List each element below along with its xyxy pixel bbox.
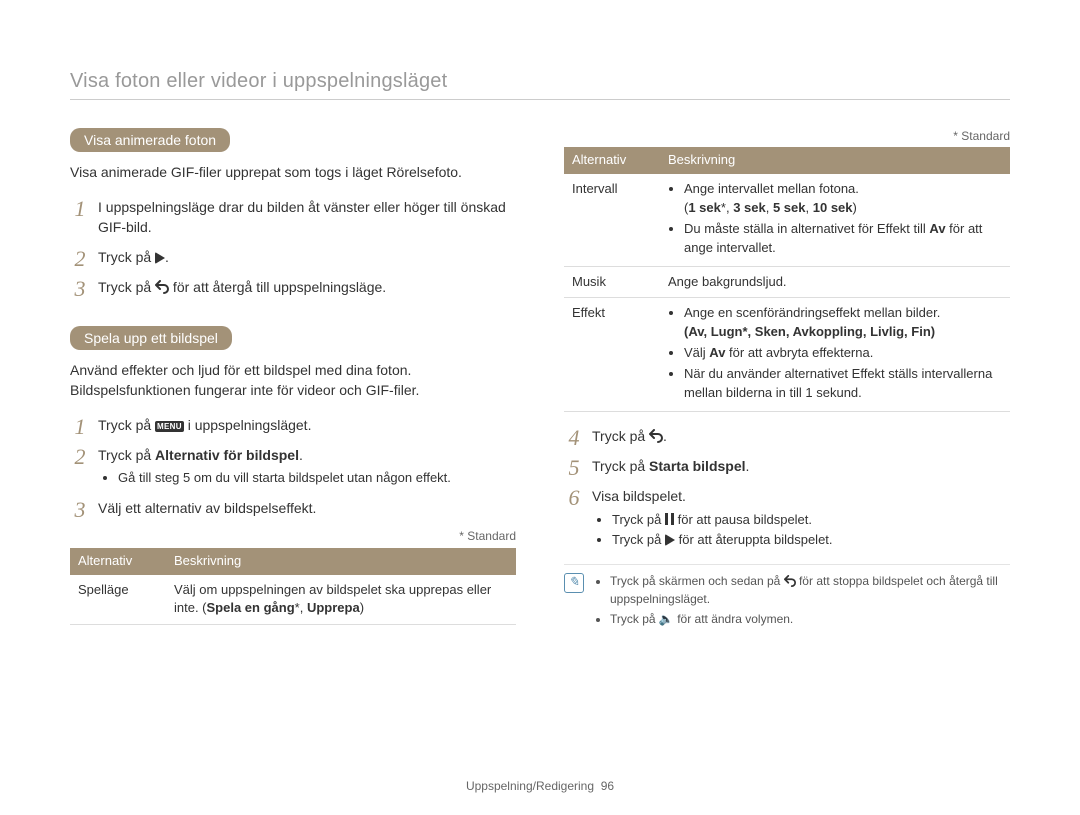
opt-key: Intervall	[564, 174, 660, 266]
left-column: Visa animerade foton Visa animerade GIF-…	[70, 128, 516, 631]
play-icon	[155, 252, 165, 264]
table-row: Spelläge Välj om uppspelningen av bildsp…	[70, 575, 516, 625]
opt-key: Effekt	[564, 298, 660, 411]
opt-key: Musik	[564, 266, 660, 298]
sub-item: Tryck på för att pausa bildspelet.	[612, 511, 1010, 530]
standard-note: * Standard	[70, 528, 516, 545]
section-heading-animated: Visa animerade foton	[70, 128, 230, 152]
note-box: ✎ Tryck på skärmen och sedan på för att …	[564, 564, 1010, 631]
step: Tryck på .	[564, 426, 1010, 446]
note-item: Tryck på för att ändra volymen.	[610, 611, 1010, 628]
columns: Visa animerade foton Visa animerade GIF-…	[70, 128, 1010, 631]
page-title: Visa foton eller videor i uppspelningslä…	[70, 70, 1010, 100]
page: Visa foton eller videor i uppspelningslä…	[0, 0, 1080, 815]
step: Tryck på .	[70, 247, 516, 267]
menu-icon: MENU	[155, 421, 184, 432]
opt-val: Ange en scenförändringseffekt mellan bil…	[660, 298, 1010, 411]
steps-animated: I uppspelningsläge drar du bilden åt vän…	[70, 197, 516, 298]
steps-slideshow-left: Tryck på MENU i uppspelningsläget. Tryck…	[70, 415, 516, 519]
back-icon	[649, 429, 663, 443]
options-table-left: Alternativ Beskrivning Spelläge Välj om …	[70, 548, 516, 626]
sub-bullet: Tryck på för att pausa bildspelet. Tryck…	[612, 511, 1010, 551]
play-icon	[665, 534, 675, 546]
info-icon: ✎	[564, 573, 584, 593]
right-column: * Standard Alternativ Beskrivning Interv…	[564, 128, 1010, 631]
col-header: Beskrivning	[166, 548, 516, 575]
step: Tryck på för att återgå till uppspelning…	[70, 277, 516, 297]
opt-val: Ange bakgrundsljud.	[660, 266, 1010, 298]
options-table-right: Alternativ Beskrivning Intervall Ange in…	[564, 147, 1010, 411]
sub-item: Tryck på för att återuppta bildspelet.	[612, 531, 1010, 550]
step: Välj ett alternativ av bildspelseffekt.	[70, 498, 516, 518]
col-header: Alternativ	[70, 548, 166, 575]
step: Tryck på MENU i uppspelningsläget.	[70, 415, 516, 435]
intro-animated: Visa animerade GIF-filer upprepat som to…	[70, 162, 516, 182]
section-heading-slideshow: Spela upp ett bildspel	[70, 326, 232, 350]
table-row: Intervall Ange intervallet mellan fotona…	[564, 174, 1010, 266]
page-number: 96	[601, 779, 614, 793]
sub-item: Gå till steg 5 om du vill starta bildspe…	[118, 469, 516, 488]
opt-val: Välj om uppspelningen av bildspelet ska …	[166, 575, 516, 625]
step: Tryck på Alternativ för bildspel. Gå til…	[70, 445, 516, 488]
steps-slideshow-right: Tryck på . Tryck på Starta bildspel. Vis…	[564, 426, 1010, 551]
intro-slideshow: Använd effekter och ljud för ett bildspe…	[70, 360, 516, 401]
opt-val: Ange intervallet mellan fotona. (1 sek*,…	[660, 174, 1010, 266]
table-row: Musik Ange bakgrundsljud.	[564, 266, 1010, 298]
sub-bullet: Gå till steg 5 om du vill starta bildspe…	[118, 469, 516, 488]
col-header: Beskrivning	[660, 147, 1010, 174]
back-icon	[784, 575, 796, 587]
table-row: Effekt Ange en scenförändringseffekt mel…	[564, 298, 1010, 411]
table-header: Alternativ Beskrivning	[70, 548, 516, 575]
standard-note: * Standard	[564, 128, 1010, 145]
col-header: Alternativ	[564, 147, 660, 174]
footer-label: Uppspelning/Redigering	[466, 779, 594, 793]
pause-icon	[665, 513, 674, 525]
volume-icon	[659, 612, 674, 626]
step: I uppspelningsläge drar du bilden åt vän…	[70, 197, 516, 238]
opt-key: Spelläge	[70, 575, 166, 625]
step: Visa bildspelet. Tryck på för att pausa …	[564, 486, 1010, 550]
table-header: Alternativ Beskrivning	[564, 147, 1010, 174]
note-item: Tryck på skärmen och sedan på för att st…	[610, 573, 1010, 608]
page-footer: Uppspelning/Redigering 96	[0, 779, 1080, 793]
back-icon	[155, 280, 169, 294]
step: Tryck på Starta bildspel.	[564, 456, 1010, 476]
